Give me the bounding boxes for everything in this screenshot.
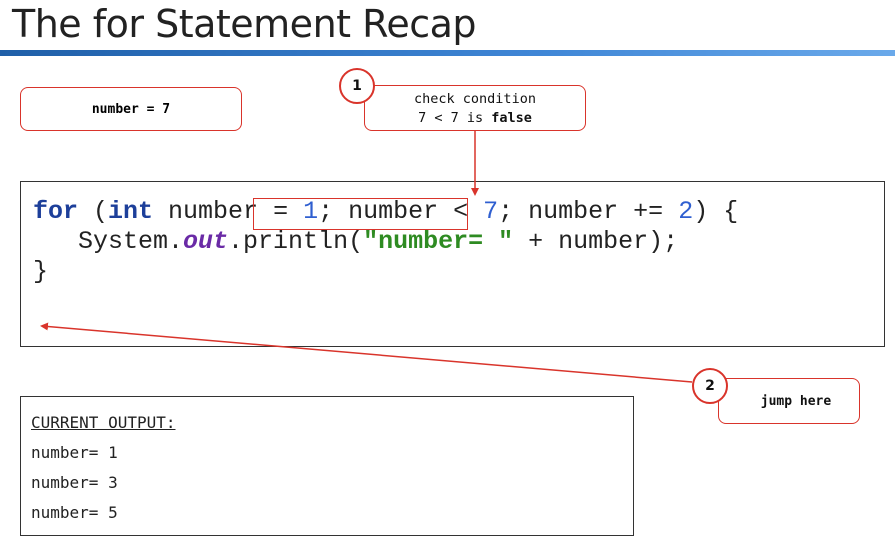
title-underline	[0, 50, 895, 56]
keyword-for: for	[33, 197, 79, 226]
variable-state-box: number = 7	[20, 87, 242, 131]
step1-note-line2: 7 < 7 is false	[365, 109, 585, 128]
condition-highlight	[253, 198, 468, 230]
code-separator-2: ; number +=	[498, 197, 679, 226]
output-line: number= 5	[31, 503, 118, 522]
step1-note-result: false	[491, 110, 532, 126]
step1-note-line1: check condition	[414, 91, 536, 107]
code-line-2: System.out.println("number= " + number);	[33, 228, 678, 256]
step2-note: jump here	[718, 378, 860, 424]
keyword-int: int	[108, 197, 154, 226]
step-value: 2	[678, 197, 694, 226]
step1-note-expression: 7 < 7 is	[418, 110, 492, 126]
code-open-paren: (	[78, 197, 109, 226]
output-line: number= 3	[31, 473, 118, 492]
code-rest: + number);	[513, 227, 679, 256]
step2-circle: 2	[692, 368, 728, 404]
output-header: CURRENT OUTPUT:	[31, 413, 176, 432]
string-literal: "number= "	[363, 227, 514, 256]
code-system: System.	[33, 227, 184, 256]
code-line-3: }	[33, 257, 49, 286]
code-method: .println(	[228, 227, 364, 256]
condition-value: 7	[483, 197, 499, 226]
code-field-out: out	[183, 227, 229, 256]
code-close: ) {	[693, 197, 739, 226]
step1-note: check condition 7 < 7 is false	[364, 85, 586, 131]
output-line: number= 1	[31, 443, 118, 462]
output-box: CURRENT OUTPUT: number= 1 number= 3 numb…	[20, 396, 634, 536]
step1-circle: 1	[339, 68, 375, 104]
slide-title: The for Statement Recap	[12, 2, 477, 46]
